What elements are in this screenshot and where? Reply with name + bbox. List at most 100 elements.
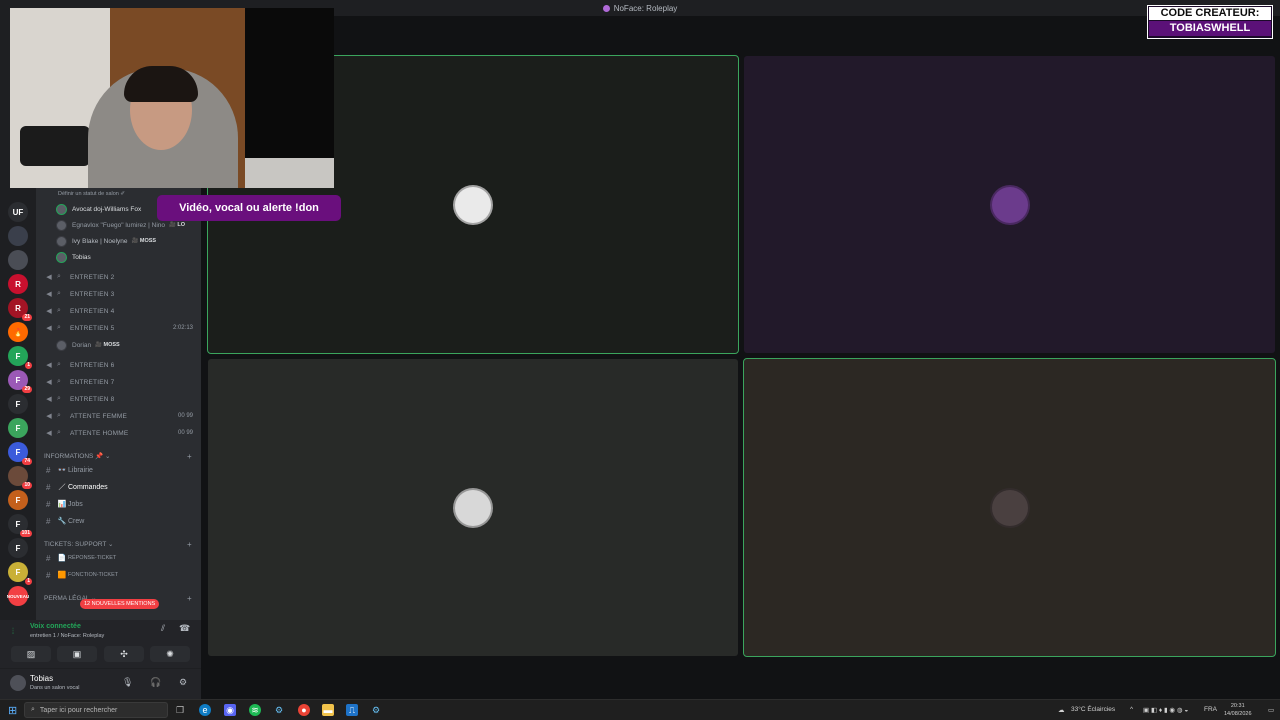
hash-icon: # bbox=[46, 553, 51, 563]
new-mentions-pill[interactable]: 12 NOUVELLES MENTIONS bbox=[80, 599, 160, 609]
server-icon[interactable]: F 74 bbox=[8, 442, 32, 465]
server-icon[interactable]: R 21 bbox=[8, 298, 32, 321]
server-icon[interactable]: 10 bbox=[8, 466, 32, 489]
voice-channel-item[interactable]: ◀ ⌕ ENTRETIEN 6 bbox=[36, 357, 201, 373]
spotify-icon[interactable]: ≋ bbox=[249, 704, 261, 716]
add-channel-icon[interactable]: + bbox=[187, 540, 192, 549]
taskbar-search-input[interactable]: ⌕ Taper ici pour rechercher bbox=[24, 702, 168, 718]
add-channel-icon[interactable]: + bbox=[187, 452, 192, 461]
screen-share-button[interactable]: ▣ bbox=[57, 646, 97, 662]
add-channel-icon[interactable]: + bbox=[187, 594, 192, 603]
text-channel-item[interactable]: # 🔧 Crew bbox=[46, 513, 84, 529]
avatar bbox=[56, 251, 67, 263]
voice-channel-item[interactable]: ◀ ⌕ ENTRETIEN 3 bbox=[36, 286, 201, 302]
voice-channel-item[interactable]: ◀ ⌕ ENTRETIEN 5 2:02:13 bbox=[36, 320, 201, 336]
discord-app-icon[interactable]: ◉ bbox=[224, 704, 236, 716]
taskbar-clock[interactable]: 20:31 14/08/2026 bbox=[1224, 702, 1252, 718]
search-placeholder: Taper ici pour rechercher bbox=[39, 706, 118, 714]
camera-button[interactable]: ▨ bbox=[11, 646, 51, 662]
microphone-icon[interactable]: 🎙 bbox=[122, 677, 133, 688]
chrome-icon[interactable]: ● bbox=[298, 704, 310, 716]
server-icon[interactable]: UF bbox=[8, 202, 28, 222]
voice-connected-panel: ⦙ Voix connectée entretien 1 / NoFace: R… bbox=[0, 620, 201, 668]
steam-icon[interactable]: ⚙ bbox=[273, 704, 285, 716]
server-icon[interactable] bbox=[8, 226, 28, 246]
server-icon[interactable]: 🔥 bbox=[8, 322, 28, 342]
server-icon[interactable]: F1 bbox=[8, 562, 32, 585]
server-icon[interactable]: F bbox=[8, 490, 28, 510]
app-logo-icon bbox=[602, 4, 610, 12]
task-view-icon[interactable]: ❐ bbox=[174, 704, 186, 716]
disconnect-icon[interactable]: ☎ bbox=[179, 623, 190, 634]
channel-emoji: 📊 bbox=[57, 501, 67, 508]
hash-icon: # bbox=[46, 482, 51, 492]
activities-button[interactable]: ✣ bbox=[104, 646, 144, 662]
voice-channel-item[interactable]: ◀ ⌕ ATTENTE FEMME 00 99 bbox=[36, 408, 201, 424]
noise-suppression-icon[interactable]: ⫽ bbox=[161, 623, 165, 634]
voice-member[interactable]: Tobias bbox=[56, 249, 91, 265]
voice-channel-info[interactable]: entretien 1 / NoFace: Roleplay bbox=[30, 633, 104, 639]
text-channel-item[interactable]: # 👓 Librairie bbox=[46, 462, 93, 478]
voice-member[interactable]: Avocat doj-Williams Fox bbox=[56, 201, 141, 217]
text-channel-item[interactable]: # 🟧 FONCTION-TICKET bbox=[46, 567, 118, 583]
app-icon[interactable]: ⎍ bbox=[346, 704, 358, 716]
participant-tile[interactable] bbox=[744, 56, 1275, 353]
participant-tile[interactable] bbox=[208, 359, 738, 656]
category-informations[interactable]: INFORMATIONS 📌 ⌄ + bbox=[44, 452, 192, 461]
edge-browser-icon[interactable]: e bbox=[199, 704, 211, 716]
server-icon[interactable]: F bbox=[8, 394, 28, 414]
server-icon[interactable]: F bbox=[8, 538, 28, 558]
creator-code-badge: CODE CREATEUR: TOBIASWHELL bbox=[1147, 5, 1273, 39]
mention-badge: 29 bbox=[22, 386, 32, 393]
category-tickets[interactable]: TICKETS: SUPPORT ⌄ + bbox=[44, 540, 192, 549]
server-icon[interactable]: F 29 bbox=[8, 370, 32, 393]
server-icon[interactable] bbox=[8, 250, 28, 270]
windows-start-icon[interactable]: ⊞ bbox=[8, 704, 17, 717]
participant-tile[interactable] bbox=[743, 358, 1276, 657]
server-icon-label: UF bbox=[12, 207, 24, 217]
server-icon[interactable]: R bbox=[8, 274, 28, 294]
user-status: Dans un salon vocal bbox=[30, 685, 80, 691]
window-title: NoFace: Roleplay bbox=[613, 3, 678, 13]
notifications-icon[interactable]: ▭ bbox=[1268, 706, 1274, 714]
server-icon-label: NOUVEAU bbox=[6, 593, 30, 599]
text-channel-label: FONCTION-TICKET bbox=[68, 572, 119, 578]
text-channel-label: Commandes bbox=[68, 483, 108, 491]
avatar bbox=[56, 339, 67, 351]
text-channel-item[interactable]: # ／ Commandes bbox=[46, 479, 108, 495]
server-icon[interactable]: F bbox=[8, 418, 28, 438]
voice-channel-item[interactable]: ◀ ⌕ ENTRETIEN 8 bbox=[36, 391, 201, 407]
voice-member[interactable]: Dorian 🎥 MOSS bbox=[56, 337, 120, 353]
voice-channel-meta: 00 99 bbox=[177, 413, 193, 419]
steam-icon[interactable]: ⚙ bbox=[370, 704, 382, 716]
text-channel-item[interactable]: # 📊 Jobs bbox=[46, 496, 83, 512]
server-icon-label: F bbox=[15, 495, 21, 505]
member-name: Dorian bbox=[72, 341, 92, 349]
signal-icon[interactable]: ⦙ bbox=[12, 626, 14, 637]
settings-gear-icon[interactable]: ⚙ bbox=[179, 677, 187, 688]
server-icon[interactable]: NOUVEAU bbox=[6, 586, 30, 606]
server-icon[interactable]: F 101 bbox=[8, 514, 32, 537]
voice-channel-item[interactable]: ◀ ⌕ ENTRETIEN 4 bbox=[36, 303, 201, 319]
language-indicator[interactable]: FRA bbox=[1204, 706, 1217, 713]
server-icon-label: F bbox=[15, 447, 21, 457]
text-channel-label: Crew bbox=[68, 517, 85, 525]
participant-avatar bbox=[989, 487, 1030, 528]
webcam-microphone bbox=[20, 126, 90, 166]
headphones-icon[interactable]: 🎧 bbox=[150, 677, 161, 688]
tray-chevron-icon[interactable]: ^ bbox=[1130, 706, 1133, 713]
text-channel-label: Jobs bbox=[68, 500, 83, 508]
voice-channel-item[interactable]: ◀ ⌕ ATTENTE HOMME 00 99 bbox=[36, 425, 201, 441]
soundboard-button[interactable]: ✺ bbox=[150, 646, 190, 662]
avatar[interactable] bbox=[10, 675, 26, 691]
server-icon[interactable]: F1 bbox=[8, 346, 32, 369]
file-explorer-icon[interactable]: ▬ bbox=[322, 704, 334, 716]
voice-member[interactable]: Ivy Blake | Noelyne 🎥 MOSS bbox=[56, 233, 156, 249]
weather-label[interactable]: 33°C Éclaircies bbox=[1071, 706, 1115, 713]
text-channel-item[interactable]: # 📄 RÉPONSE-TICKET bbox=[46, 550, 116, 566]
webcam-background bbox=[245, 8, 334, 158]
channel-emoji: ／ bbox=[58, 484, 66, 491]
tray-app-icons[interactable]: ▣ ◧ ♦ ▮ ◉ ◍ ◒ bbox=[1143, 706, 1188, 714]
voice-channel-item[interactable]: ◀ ⌕ ENTRETIEN 2 bbox=[36, 269, 201, 285]
voice-channel-item[interactable]: ◀ ⌕ ENTRETIEN 7 bbox=[36, 374, 201, 390]
